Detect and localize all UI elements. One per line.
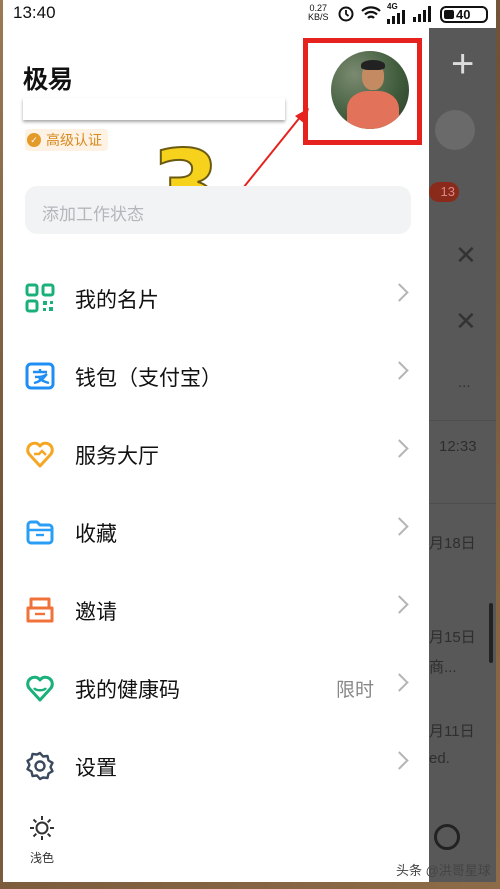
battery-level: 40 [456, 7, 471, 22]
menu-label: 设置 [75, 757, 117, 780]
menu-label: 我的名片 [75, 289, 159, 312]
menu-item-favorites[interactable]: 收藏 [3, 502, 429, 562]
menu-label: 钱包（支付宝） [75, 367, 222, 390]
theme-toggle[interactable]: 浅色 [25, 814, 59, 866]
status-time: 13:40 [13, 3, 56, 22]
menu-item-settings[interactable]: 设置 [3, 736, 429, 796]
gear-icon [26, 751, 54, 781]
work-status-placeholder: 添加工作状态 [42, 205, 144, 224]
net-speed: 0.27 KB/S [308, 4, 329, 22]
menu-label: 邀请 [75, 601, 117, 624]
invite-icon [26, 597, 54, 623]
close-icon[interactable]: ✕ [455, 240, 477, 271]
chevron-right-icon [390, 751, 409, 770]
close-icon[interactable]: ✕ [455, 306, 477, 337]
folder-icon [26, 520, 54, 545]
menu-item-health-code[interactable]: 我的健康码 限时 [3, 658, 429, 718]
divider [429, 420, 496, 421]
add-icon[interactable]: + [451, 44, 474, 84]
highlight-box [303, 38, 422, 145]
list-snippet: 商... [429, 659, 457, 676]
health-code-icon [26, 675, 54, 702]
list-time: 12:33 [439, 438, 477, 455]
theme-label: 浅色 [29, 851, 54, 865]
certification-label: 高级认证 [46, 132, 102, 148]
sun-icon [30, 816, 54, 840]
menu-item-wallet[interactable]: 钱包（支付宝） [3, 346, 429, 406]
list-snippet: ... [458, 374, 471, 391]
list-snippet: ed. [429, 750, 450, 767]
chevron-right-icon [390, 517, 409, 536]
watermark: 头条 @洪哥星球 [396, 863, 491, 878]
chevron-right-icon [390, 361, 409, 380]
list-time: 月15日 [429, 629, 476, 646]
wifi-icon [361, 6, 381, 19]
alipay-icon [25, 362, 55, 390]
phone-screen: 13:40 0.27 KB/S 4G 40 + 13 ✕ ✕ ... 12:33… [3, 0, 496, 882]
chevron-right-icon [390, 673, 409, 692]
menu-label: 我的健康码 [75, 679, 180, 702]
alarm-icon [338, 6, 354, 22]
signal-icon [387, 10, 405, 24]
list-time: 月18日 [429, 535, 476, 552]
status-bar: 13:40 0.27 KB/S 4G 40 [3, 0, 496, 28]
limited-time-tag: 限时 [336, 680, 375, 701]
divider [429, 503, 496, 504]
certification-badge[interactable]: ✓ 高级认证 [25, 129, 108, 151]
qr-code-icon [25, 283, 55, 313]
signal-2-icon [413, 6, 431, 22]
menu-label: 收藏 [75, 523, 117, 546]
user-name[interactable]: 极易 [23, 60, 73, 96]
scrollbar[interactable] [489, 603, 493, 663]
menu-label: 服务大厅 [75, 445, 159, 468]
service-hall-icon [26, 441, 54, 468]
list-time: 月11日 [429, 723, 475, 740]
chevron-right-icon [390, 283, 409, 302]
chevron-right-icon [390, 595, 409, 614]
menu-item-invite[interactable]: 邀请 [3, 580, 429, 640]
menu-item-business-card[interactable]: 我的名片 [3, 268, 429, 328]
battery-icon: 40 [440, 6, 488, 23]
menu-item-service-hall[interactable]: 服务大厅 [3, 424, 429, 484]
side-drawer: 极易 ✓ 高级认证 3 添加工作状态 我的名片 [3, 28, 429, 882]
unread-badge: 13 [429, 182, 459, 202]
compass-icon[interactable] [434, 824, 460, 850]
work-status-input[interactable]: 添加工作状态 [25, 186, 411, 234]
chevron-right-icon [390, 439, 409, 458]
verified-icon: ✓ [27, 133, 41, 147]
net-speed-unit: KB/S [308, 12, 329, 22]
search-pill[interactable] [435, 110, 475, 150]
